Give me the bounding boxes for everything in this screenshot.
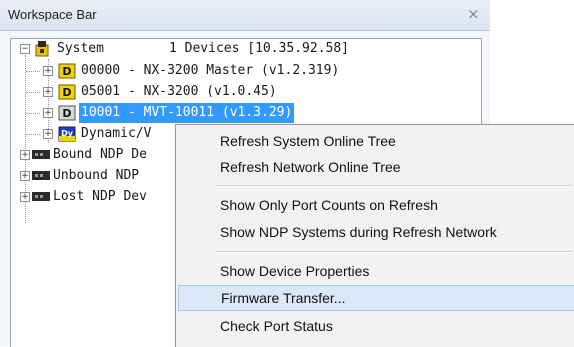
expand-icon[interactable]: +	[43, 108, 53, 118]
close-icon[interactable]: ×	[467, 5, 480, 23]
expand-icon[interactable]: +	[20, 150, 30, 160]
menu-item-refresh-network-tree[interactable]: Refresh Network Online Tree	[178, 154, 573, 180]
ndp-device-icon	[32, 171, 50, 180]
expand-icon[interactable]: +	[43, 87, 53, 97]
expand-icon[interactable]: +	[43, 66, 53, 76]
svg-text:D: D	[62, 107, 71, 120]
ndp-label: Unbound NDP	[53, 168, 140, 183]
menu-separator	[216, 251, 571, 253]
system-label: System	[57, 41, 104, 56]
device-label: 00000 - NX-3200 Master (v1.2.319)	[81, 63, 340, 78]
system-devices-info: 1 Devices [10.35.92.58]	[169, 41, 350, 56]
device-gray-icon: D	[58, 105, 76, 121]
device-label: 05001 - NX-3200 (v1.0.45)	[81, 84, 277, 99]
device-yellow-icon: D	[58, 84, 76, 100]
tree-item-device[interactable]: + D 05001 - NX-3200 (v1.0.45)	[11, 82, 471, 102]
system-icon	[35, 41, 49, 57]
ndp-device-icon	[32, 150, 50, 159]
menu-item-firmware-transfer[interactable]: Firmware Transfer...	[178, 285, 574, 311]
tree-item-device[interactable]: + D 00000 - NX-3200 Master (v1.2.319)	[11, 61, 471, 81]
menu-item-show-port-counts[interactable]: Show Only Port Counts on Refresh	[178, 192, 573, 218]
expand-icon[interactable]: +	[20, 171, 30, 181]
context-menu: Refresh System Online Tree Refresh Netwo…	[175, 124, 574, 347]
collapse-icon[interactable]: −	[20, 44, 30, 54]
tree-line	[26, 113, 40, 114]
dynamic-device-icon: Dy	[58, 126, 76, 142]
panel-title: Workspace Bar	[8, 7, 97, 22]
menu-item-label: Show Device Properties	[220, 263, 370, 279]
menu-item-show-device-properties[interactable]: Show Device Properties	[178, 258, 573, 284]
menu-item-refresh-system-tree[interactable]: Refresh System Online Tree	[178, 128, 573, 154]
menu-item-label: Refresh System Online Tree	[220, 133, 396, 149]
ndp-label: Lost NDP Dev	[53, 189, 147, 204]
menu-item-label: Check Port Status	[220, 318, 333, 334]
menu-item-label: Firmware Transfer...	[221, 290, 346, 306]
tree-line	[26, 134, 40, 135]
tree-line	[26, 92, 40, 93]
ndp-label: Bound NDP De	[53, 147, 147, 162]
expand-icon[interactable]: +	[43, 129, 53, 139]
svg-text:D: D	[62, 86, 71, 99]
menu-item-check-port-status[interactable]: Check Port Status	[178, 313, 573, 339]
expand-icon[interactable]: +	[20, 192, 30, 202]
ndp-device-icon	[32, 192, 50, 201]
menu-item-label: Show Only Port Counts on Refresh	[220, 197, 438, 213]
svg-text:Dy: Dy	[61, 129, 74, 138]
device-label: Dynamic/V	[81, 126, 152, 141]
tree-item-system[interactable]: − System 1 Devices [10.35.92.58]	[11, 39, 471, 59]
device-yellow-icon: D	[58, 63, 76, 79]
workspace-bar-titlebar: Workspace Bar ×	[0, 0, 490, 31]
menu-item-label: Show NDP Systems during Refresh Network	[220, 224, 497, 240]
menu-separator	[216, 185, 571, 187]
menu-item-show-ndp-systems[interactable]: Show NDP Systems during Refresh Network	[178, 219, 573, 245]
svg-text:D: D	[62, 65, 71, 78]
tree-item-device-selected[interactable]: + D 10001 - MVT-10011 (v1.3.29)	[11, 103, 471, 123]
device-label: 10001 - MVT-10011 (v1.3.29)	[79, 103, 295, 123]
menu-item-label: Refresh Network Online Tree	[220, 159, 401, 175]
tree-line	[26, 71, 40, 72]
